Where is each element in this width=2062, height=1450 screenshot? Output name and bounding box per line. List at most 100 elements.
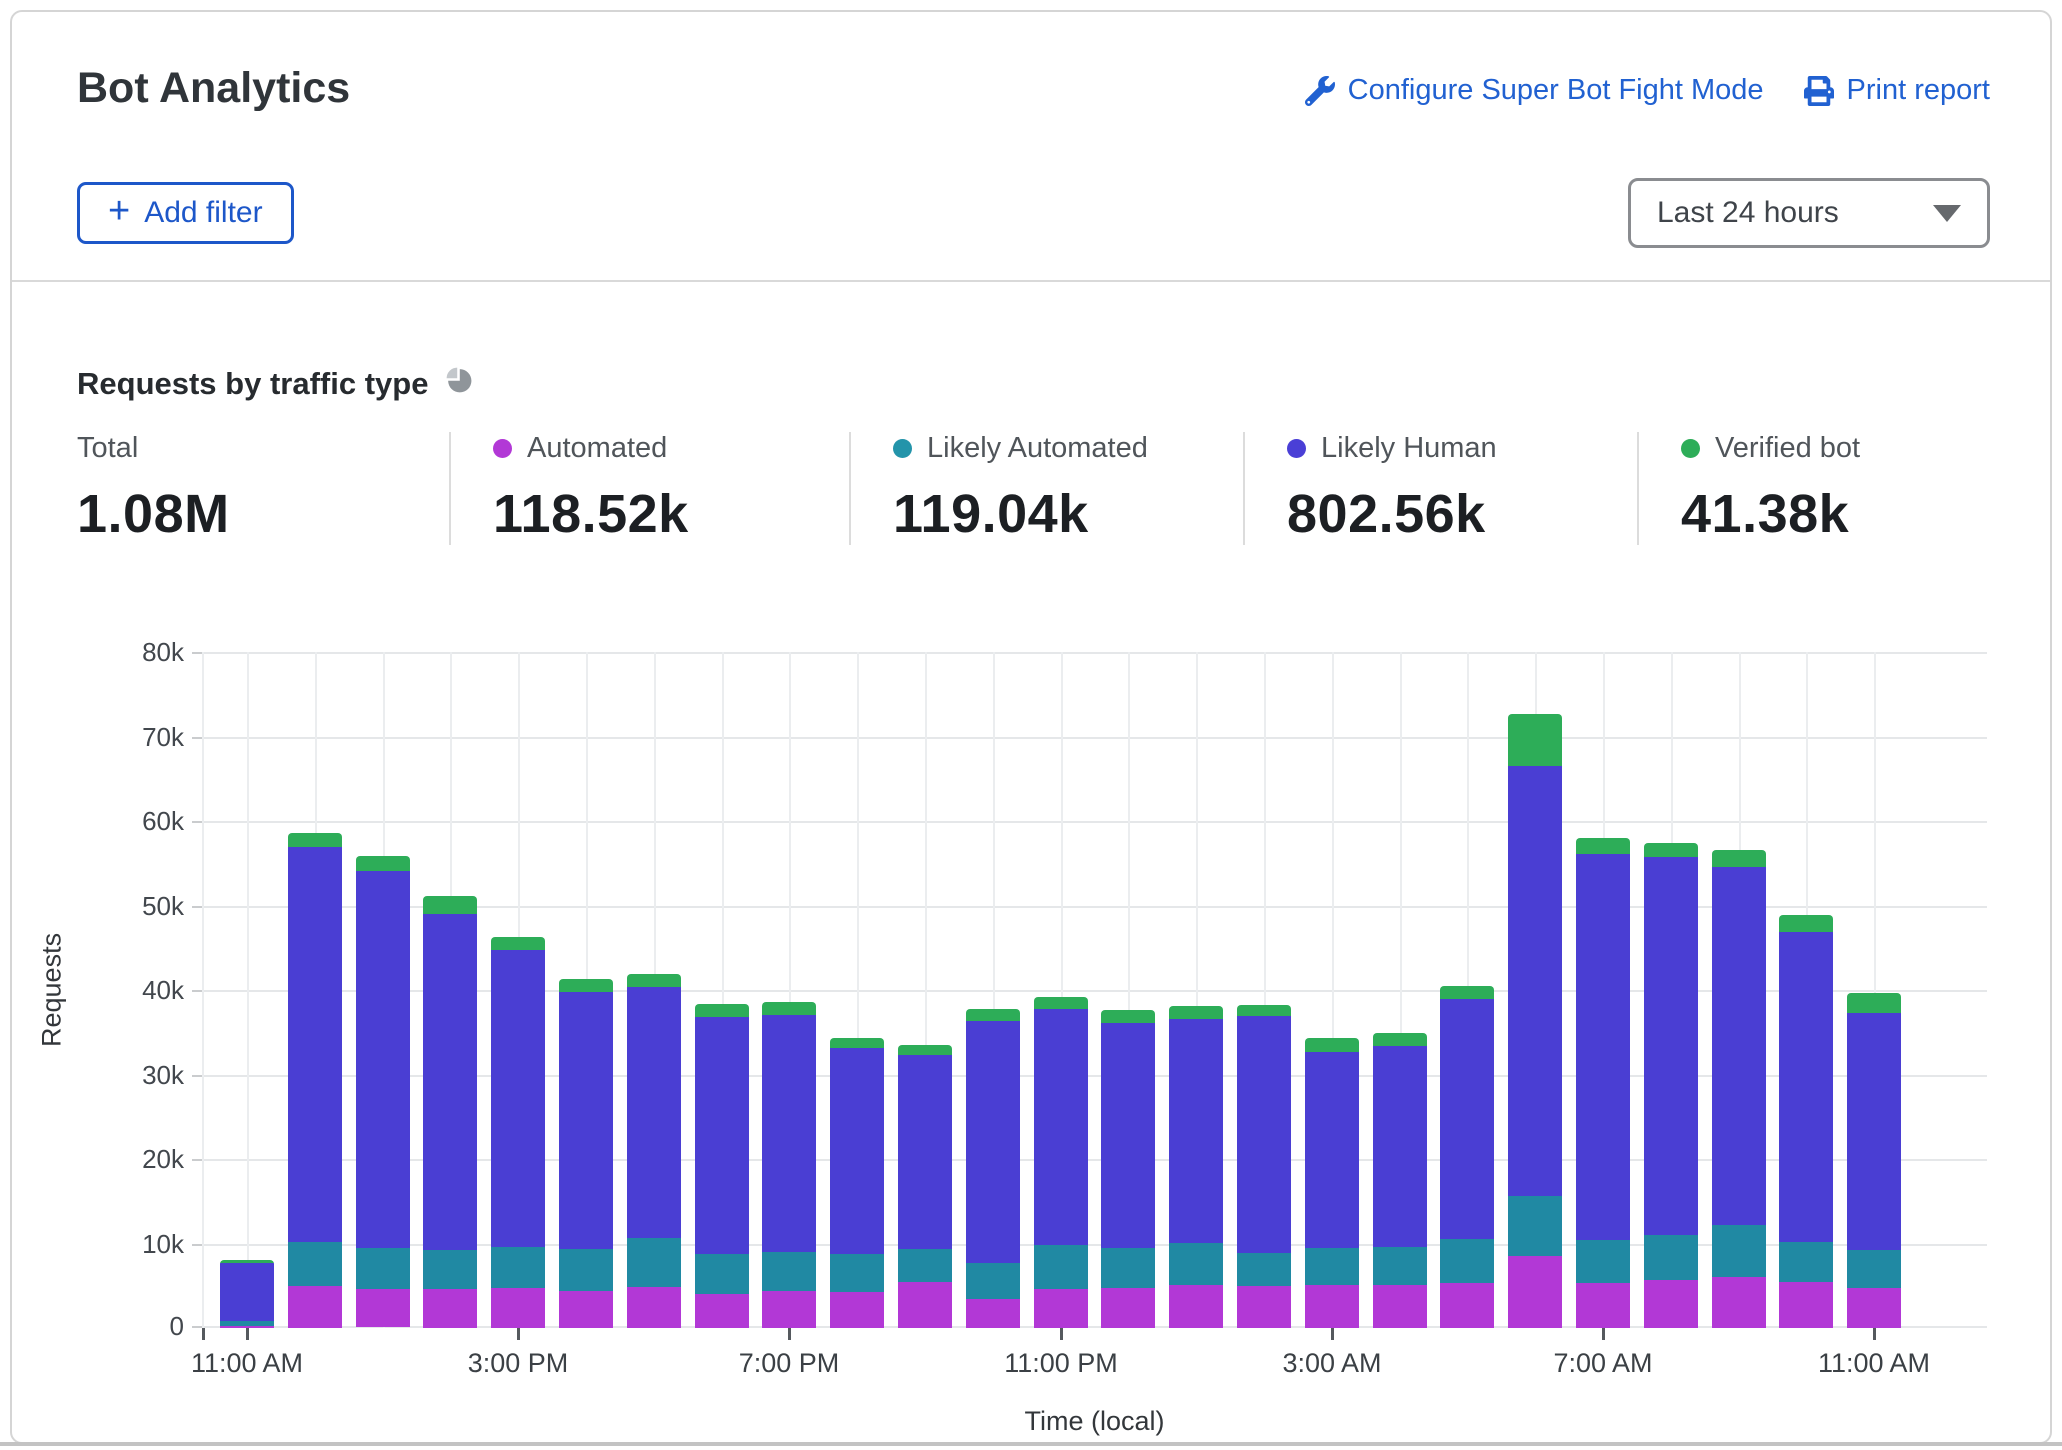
bar-segment-likely-human <box>1237 1016 1291 1253</box>
bar-1200pm[interactable] <box>288 833 342 1328</box>
y-axis-title: Requests <box>30 652 74 1328</box>
stat-likely-human: Likely Human 802.56k <box>1243 432 1637 545</box>
bar-segment-automated <box>1847 1288 1901 1328</box>
add-filter-button[interactable]: + Add filter <box>77 182 294 244</box>
bar-500am[interactable] <box>1440 986 1494 1328</box>
bar-segment-verified-bot <box>1169 1006 1223 1019</box>
stat-likely-automated: Likely Automated 119.04k <box>849 432 1243 545</box>
stat-likely-automated-value: 119.04k <box>893 483 1243 545</box>
x-axis-tick <box>517 1328 520 1340</box>
bar-200pm[interactable] <box>423 896 477 1328</box>
bar-segment-likely-human <box>1712 867 1766 1225</box>
bar-900am[interactable] <box>1712 850 1766 1328</box>
bar-segment-verified-bot <box>1508 714 1562 766</box>
bar-1000am[interactable] <box>1779 915 1833 1328</box>
bar-segment-verified-bot <box>1373 1033 1427 1046</box>
y-axis-tick <box>192 1159 202 1161</box>
bar-600am[interactable] <box>1508 714 1562 1328</box>
horizontal-gridline <box>202 652 1987 654</box>
configure-super-bot-fight-mode-link[interactable]: Configure Super Bot Fight Mode <box>1305 74 1764 107</box>
bar-segment-automated <box>898 1282 952 1328</box>
bar-segment-verified-bot <box>627 974 681 987</box>
bar-segment-likely-human <box>423 914 477 1250</box>
bar-segment-likely-human <box>1101 1023 1155 1249</box>
bar-900pm[interactable] <box>898 1045 952 1328</box>
bar-segment-likely-automated <box>1847 1250 1901 1288</box>
bar-1100am[interactable] <box>220 1260 274 1328</box>
time-range-dropdown[interactable]: Last 24 hours <box>1628 178 1990 248</box>
section-heading-label: Requests by traffic type <box>77 366 428 402</box>
bar-segment-likely-automated <box>762 1252 816 1291</box>
bar-segment-verified-bot <box>1712 850 1766 867</box>
header-actions: Configure Super Bot Fight Mode Print rep… <box>1305 74 1990 107</box>
bar-segment-likely-human <box>1779 932 1833 1242</box>
horizontal-gridline <box>202 821 1987 823</box>
bar-segment-likely-human <box>220 1263 274 1321</box>
bar-segment-automated <box>1034 1289 1088 1328</box>
x-axis-tick <box>788 1328 791 1340</box>
bar-segment-automated <box>627 1287 681 1328</box>
bar-segment-verified-bot <box>695 1004 749 1017</box>
bar-segment-automated <box>1644 1280 1698 1328</box>
bar-700pm[interactable] <box>762 1002 816 1328</box>
bar-300am[interactable] <box>1305 1038 1359 1328</box>
bar-segment-verified-bot <box>1034 997 1088 1009</box>
bar-segment-likely-automated <box>966 1263 1020 1298</box>
bar-segment-automated <box>1779 1282 1833 1328</box>
stat-automated: Automated 118.52k <box>449 432 849 545</box>
x-axis-tick-label: 7:00 PM <box>689 1348 889 1379</box>
print-report-link[interactable]: Print report <box>1804 74 1990 107</box>
bar-400pm[interactable] <box>559 979 613 1328</box>
bar-1100pm[interactable] <box>1034 997 1088 1328</box>
next-section-divider <box>0 1442 2062 1446</box>
x-axis-tick <box>1873 1328 1876 1340</box>
horizontal-gridline <box>202 737 1987 739</box>
bar-segment-automated <box>559 1291 613 1328</box>
bar-800am[interactable] <box>1644 843 1698 1328</box>
x-axis-tick-label: 7:00 AM <box>1503 1348 1703 1379</box>
bar-segment-likely-human <box>1644 857 1698 1235</box>
bar-segment-likely-automated <box>627 1238 681 1287</box>
bar-400am[interactable] <box>1373 1033 1427 1328</box>
y-axis-tick-label: 30k <box>84 1060 184 1091</box>
bar-segment-automated <box>1237 1286 1291 1327</box>
bar-1100am[interactable] <box>1847 993 1901 1328</box>
bar-segment-verified-bot <box>1237 1005 1291 1016</box>
bar-segment-verified-bot <box>1576 838 1630 854</box>
bar-segment-likely-human <box>1169 1019 1223 1244</box>
x-axis-origin-tick <box>202 1328 205 1340</box>
bar-segment-likely-automated <box>356 1248 410 1289</box>
bar-segment-verified-bot <box>762 1002 816 1015</box>
stat-automated-value: 118.52k <box>493 483 849 545</box>
x-axis-tick-label: 3:00 PM <box>418 1348 618 1379</box>
bar-200am[interactable] <box>1237 1005 1291 1328</box>
bar-segment-automated <box>356 1289 410 1328</box>
bar-segment-likely-automated <box>1305 1248 1359 1284</box>
x-axis-tick-label: 11:00 AM <box>1774 1348 1974 1379</box>
y-axis-tick <box>192 1244 202 1246</box>
bar-100pm[interactable] <box>356 856 410 1328</box>
x-axis-tick <box>1060 1328 1063 1340</box>
bar-700am[interactable] <box>1576 838 1630 1328</box>
bar-segment-automated <box>491 1288 545 1328</box>
bar-500pm[interactable] <box>627 974 681 1328</box>
bot-analytics-page: { "header": { "title": "Bot Analytics", … <box>0 0 2062 1450</box>
bar-segment-automated <box>1440 1283 1494 1328</box>
bar-segment-likely-human <box>1508 766 1562 1197</box>
print-link-label: Print report <box>1847 74 1990 107</box>
bar-1000pm[interactable] <box>966 1009 1020 1328</box>
bar-segment-verified-bot <box>1779 915 1833 932</box>
bar-segment-likely-human <box>288 847 342 1242</box>
bar-segment-likely-human <box>627 987 681 1239</box>
bar-300pm[interactable] <box>491 937 545 1328</box>
bar-segment-likely-automated <box>1576 1240 1630 1283</box>
bar-100am[interactable] <box>1169 1006 1223 1328</box>
x-axis-tick <box>246 1328 249 1340</box>
bar-segment-likely-human <box>1305 1052 1359 1249</box>
bar-segment-likely-automated <box>288 1242 342 1286</box>
bar-1200am[interactable] <box>1101 1010 1155 1328</box>
bar-800pm[interactable] <box>830 1038 884 1328</box>
bar-600pm[interactable] <box>695 1004 749 1328</box>
y-axis-tick <box>192 737 202 739</box>
stat-verified-bot-value: 41.38k <box>1681 483 1997 545</box>
